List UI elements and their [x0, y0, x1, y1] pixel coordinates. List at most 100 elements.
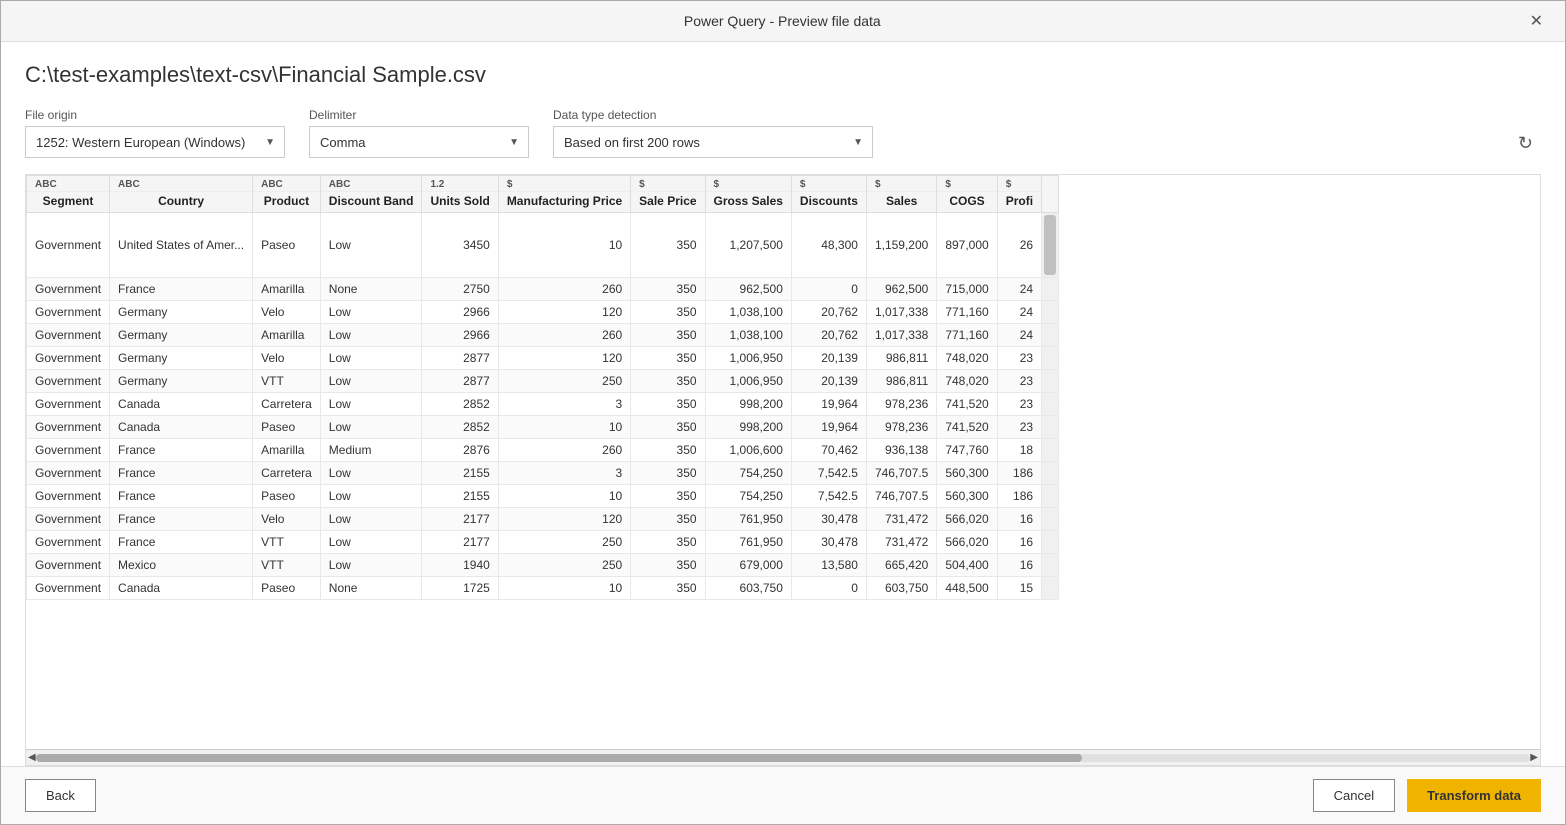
cell-6-10: 741,520: [937, 393, 997, 416]
cell-9-9: 746,707.5: [866, 462, 936, 485]
table-row: GovernmentGermanyVTTLow28772503501,006,9…: [27, 370, 1059, 393]
cell-4-6: 350: [631, 347, 705, 370]
cell-11-1: France: [110, 508, 253, 531]
data-type-wrapper: Based on first 200 rows ▼: [553, 126, 873, 158]
cell-6-7: 998,200: [705, 393, 791, 416]
scroll-thumb[interactable]: [36, 754, 1082, 762]
cell-4-5: 120: [498, 347, 630, 370]
scrollbar-cell: [1042, 508, 1059, 531]
cell-6-0: Government: [27, 393, 110, 416]
col-header-country: ABC Country: [110, 176, 253, 213]
cell-11-5: 120: [498, 508, 630, 531]
cell-4-1: Germany: [110, 347, 253, 370]
cell-14-10: 448,500: [937, 577, 997, 600]
scrollbar-cell: [1042, 301, 1059, 324]
table-row: GovernmentFranceVeloLow2177120350761,950…: [27, 508, 1059, 531]
delimiter-wrapper: Comma ▼: [309, 126, 529, 158]
delimiter-label: Delimiter: [309, 108, 529, 122]
cell-13-0: Government: [27, 554, 110, 577]
cell-4-0: Government: [27, 347, 110, 370]
col-name-4: Units Sold: [422, 192, 497, 212]
cell-8-9: 936,138: [866, 439, 936, 462]
file-origin-select[interactable]: 1252: Western European (Windows): [25, 126, 285, 158]
cell-1-7: 962,500: [705, 278, 791, 301]
table-row: GovernmentFranceAmarillaNone275026035096…: [27, 278, 1059, 301]
col-name-5: Manufacturing Price: [499, 192, 630, 212]
cell-10-6: 350: [631, 485, 705, 508]
scroll-left-button[interactable]: ◀: [28, 752, 36, 763]
cell-12-5: 250: [498, 531, 630, 554]
col-type-8: $: [792, 176, 866, 192]
cell-5-11: 23: [997, 370, 1041, 393]
table-row: GovernmentCanadaCarreteraLow28523350998,…: [27, 393, 1059, 416]
transform-button[interactable]: Transform data: [1407, 779, 1541, 812]
scrollbar-cell: [1042, 213, 1059, 278]
cell-12-8: 30,478: [791, 531, 866, 554]
cell-12-11: 16: [997, 531, 1041, 554]
data-type-label: Data type detection: [553, 108, 873, 122]
cell-0-11: 26: [997, 213, 1041, 278]
cell-3-11: 24: [997, 324, 1041, 347]
scroll-right-button[interactable]: ▶: [1530, 752, 1538, 763]
scrollbar-cell: [1042, 370, 1059, 393]
cell-7-4: 2852: [422, 416, 498, 439]
cell-3-5: 260: [498, 324, 630, 347]
type-icon-0: ABC: [35, 179, 57, 190]
cell-1-1: France: [110, 278, 253, 301]
cell-14-3: None: [320, 577, 422, 600]
type-icon-3: ABC: [329, 179, 351, 190]
cell-12-0: Government: [27, 531, 110, 554]
cell-11-3: Low: [320, 508, 422, 531]
cell-9-11: 186: [997, 462, 1041, 485]
scrollbar-cell: [1042, 416, 1059, 439]
cell-13-8: 13,580: [791, 554, 866, 577]
back-button[interactable]: Back: [25, 779, 96, 812]
data-type-group: Data type detection Based on first 200 r…: [553, 108, 873, 158]
cell-1-11: 24: [997, 278, 1041, 301]
cell-12-9: 731,472: [866, 531, 936, 554]
cell-8-4: 2876: [422, 439, 498, 462]
footer: Back Cancel Transform data: [1, 766, 1565, 824]
table-row: GovernmentMexicoVTTLow1940250350679,0001…: [27, 554, 1059, 577]
close-button[interactable]: ✕: [1524, 9, 1549, 33]
delimiter-select[interactable]: Comma: [309, 126, 529, 158]
col-type-11: $: [998, 176, 1041, 192]
cell-7-3: Low: [320, 416, 422, 439]
col-header-profi: $ Profi: [997, 176, 1041, 213]
cell-9-4: 2155: [422, 462, 498, 485]
cell-2-10: 771,160: [937, 301, 997, 324]
cancel-button[interactable]: Cancel: [1313, 779, 1395, 812]
cell-3-2: Amarilla: [253, 324, 321, 347]
cell-0-9: 1,159,200: [866, 213, 936, 278]
scroll-track[interactable]: [36, 754, 1531, 762]
data-type-select[interactable]: Based on first 200 rows: [553, 126, 873, 158]
cell-14-11: 15: [997, 577, 1041, 600]
table-row: GovernmentGermanyAmarillaLow29662603501,…: [27, 324, 1059, 347]
scrollbar-cell: [1042, 531, 1059, 554]
col-type-5: $: [499, 176, 630, 192]
col-type-0: ABC: [27, 176, 109, 192]
col-header-gross-sales: $ Gross Sales: [705, 176, 791, 213]
table-wrapper[interactable]: ABC Segment ABC Country ABC Product ABC …: [26, 175, 1540, 749]
cell-14-7: 603,750: [705, 577, 791, 600]
cell-7-0: Government: [27, 416, 110, 439]
cell-10-3: Low: [320, 485, 422, 508]
col-name-3: Discount Band: [321, 192, 422, 212]
cell-14-0: Government: [27, 577, 110, 600]
type-icon-9: $: [875, 179, 881, 190]
footer-right: Cancel Transform data: [1313, 779, 1541, 812]
horizontal-scrollbar[interactable]: ◀ ▶: [26, 749, 1540, 765]
cell-10-2: Paseo: [253, 485, 321, 508]
file-origin-group: File origin 1252: Western European (Wind…: [25, 108, 285, 158]
refresh-button[interactable]: ↻: [1510, 129, 1541, 158]
col-header-discount-band: ABC Discount Band: [320, 176, 422, 213]
cell-0-5: 10: [498, 213, 630, 278]
cell-11-9: 731,472: [866, 508, 936, 531]
cell-1-5: 260: [498, 278, 630, 301]
col-header-sales: $ Sales: [866, 176, 936, 213]
cell-1-6: 350: [631, 278, 705, 301]
cell-12-3: Low: [320, 531, 422, 554]
cell-5-6: 350: [631, 370, 705, 393]
cell-11-8: 30,478: [791, 508, 866, 531]
cell-13-9: 665,420: [866, 554, 936, 577]
